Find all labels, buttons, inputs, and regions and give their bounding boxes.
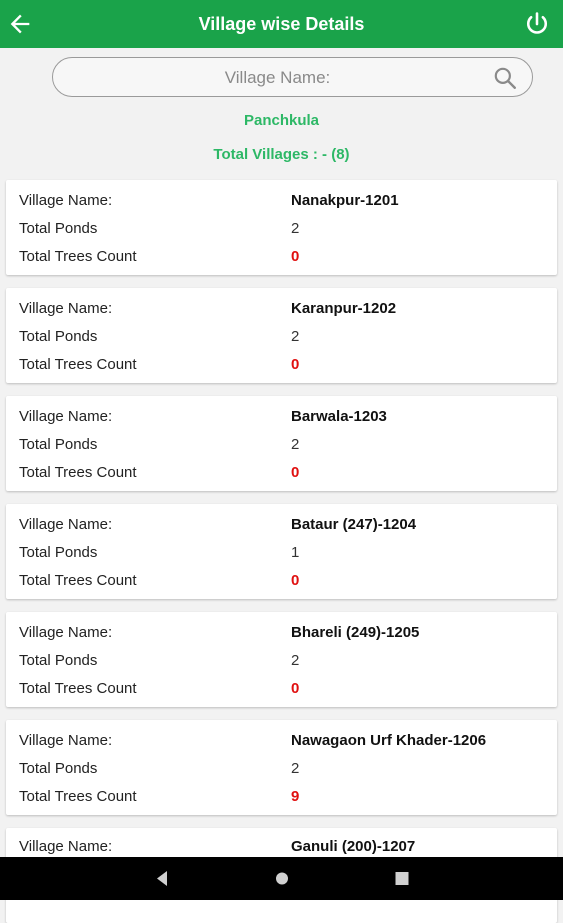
app-bar: Village wise Details (0, 0, 563, 48)
total-trees-row: Total Trees Count 0 (6, 248, 557, 270)
total-ponds-row: Total Ponds 2 (6, 652, 557, 674)
search-box (52, 57, 533, 97)
village-name-value: Karanpur-1202 (291, 300, 397, 317)
village-name-row: Village Name: Karanpur-1202 (6, 300, 557, 322)
total-trees-label: Total Trees Count (19, 248, 137, 265)
village-name-value: Nanakpur-1201 (291, 192, 399, 209)
total-ponds-value: 2 (291, 436, 300, 453)
total-ponds-label: Total Ponds (19, 220, 98, 237)
total-ponds-value: 1 (291, 544, 300, 561)
page-title: Village wise Details (198, 14, 365, 34)
village-card[interactable]: Village Name: Barwala-1203 Total Ponds 2… (6, 396, 557, 491)
total-ponds-value: 2 (291, 220, 300, 237)
total-ponds-row: Total Ponds 2 (6, 436, 557, 458)
nav-recents-icon[interactable] (382, 857, 422, 900)
total-trees-row: Total Trees Count 0 (6, 680, 557, 702)
total-trees-value: 0 (291, 248, 300, 265)
village-name-label: Village Name: (19, 838, 113, 855)
village-name-label: Village Name: (19, 300, 113, 317)
total-ponds-value: 2 (291, 652, 300, 669)
village-name-row: Village Name: Nawagaon Urf Khader-1206 (6, 732, 557, 754)
search-icon[interactable] (492, 65, 518, 91)
village-name-value: Ganuli (200)-1207 (291, 838, 416, 855)
total-trees-value: 9 (291, 788, 300, 805)
village-name-label: Village Name: (19, 408, 113, 425)
total-trees-row: Total Trees Count 0 (6, 356, 557, 378)
village-card[interactable]: Village Name: Nawagaon Urf Khader-1206 T… (6, 720, 557, 815)
total-trees-value: 0 (291, 680, 300, 697)
total-trees-value: 0 (291, 464, 300, 481)
nav-back-icon[interactable] (142, 857, 182, 900)
total-ponds-row: Total Ponds 2 (6, 760, 557, 782)
village-name-label: Village Name: (19, 192, 113, 209)
total-trees-row: Total Trees Count 0 (6, 572, 557, 594)
district-name: Panchkula (243, 112, 320, 129)
village-name-row: Village Name: Nanakpur-1201 (6, 192, 557, 214)
total-ponds-label: Total Ponds (19, 436, 98, 453)
village-name-label: Village Name: (19, 516, 113, 533)
village-card[interactable]: Village Name: Karanpur-1202 Total Ponds … (6, 288, 557, 383)
total-trees-value: 0 (291, 356, 300, 373)
total-ponds-label: Total Ponds (19, 760, 98, 777)
total-ponds-row: Total Ponds 1 (6, 544, 557, 566)
village-name-value: Nawagaon Urf Khader-1206 (291, 732, 487, 749)
total-ponds-row: Total Ponds 2 (6, 328, 557, 350)
total-ponds-value: 2 (291, 760, 300, 777)
village-name-value: Barwala-1203 (291, 408, 387, 425)
village-name-label: Village Name: (19, 624, 113, 641)
total-villages: Total Villages : - (8) (213, 146, 350, 163)
village-card[interactable]: Village Name: Bataur (247)-1204 Total Po… (6, 504, 557, 599)
total-trees-row: Total Trees Count 9 (6, 788, 557, 810)
power-icon[interactable] (523, 10, 551, 38)
village-name-row: Village Name: Barwala-1203 (6, 408, 557, 430)
total-ponds-label: Total Ponds (19, 652, 98, 669)
system-nav-bar (0, 857, 563, 900)
total-ponds-value: 2 (291, 328, 300, 345)
village-name-row: Village Name: Bhareli (249)-1205 (6, 624, 557, 646)
total-trees-label: Total Trees Count (19, 572, 137, 589)
village-card[interactable]: Village Name: Bhareli (249)-1205 Total P… (6, 612, 557, 707)
total-trees-value: 0 (291, 572, 300, 589)
total-ponds-label: Total Ponds (19, 544, 98, 561)
total-trees-label: Total Trees Count (19, 788, 137, 805)
total-ponds-row: Total Ponds 2 (6, 220, 557, 242)
search-input[interactable] (73, 64, 482, 92)
total-trees-label: Total Trees Count (19, 464, 137, 481)
village-name-label: Village Name: (19, 732, 113, 749)
nav-home-icon[interactable] (262, 857, 302, 900)
village-card[interactable]: Village Name: Nanakpur-1201 Total Ponds … (6, 180, 557, 275)
village-name-value: Bataur (247)-1204 (291, 516, 417, 533)
total-ponds-label: Total Ponds (19, 328, 98, 345)
total-trees-label: Total Trees Count (19, 356, 137, 373)
village-name-value: Bhareli (249)-1205 (291, 624, 420, 641)
total-trees-row: Total Trees Count 0 (6, 464, 557, 486)
village-name-row: Village Name: Bataur (247)-1204 (6, 516, 557, 538)
total-trees-label: Total Trees Count (19, 680, 137, 697)
